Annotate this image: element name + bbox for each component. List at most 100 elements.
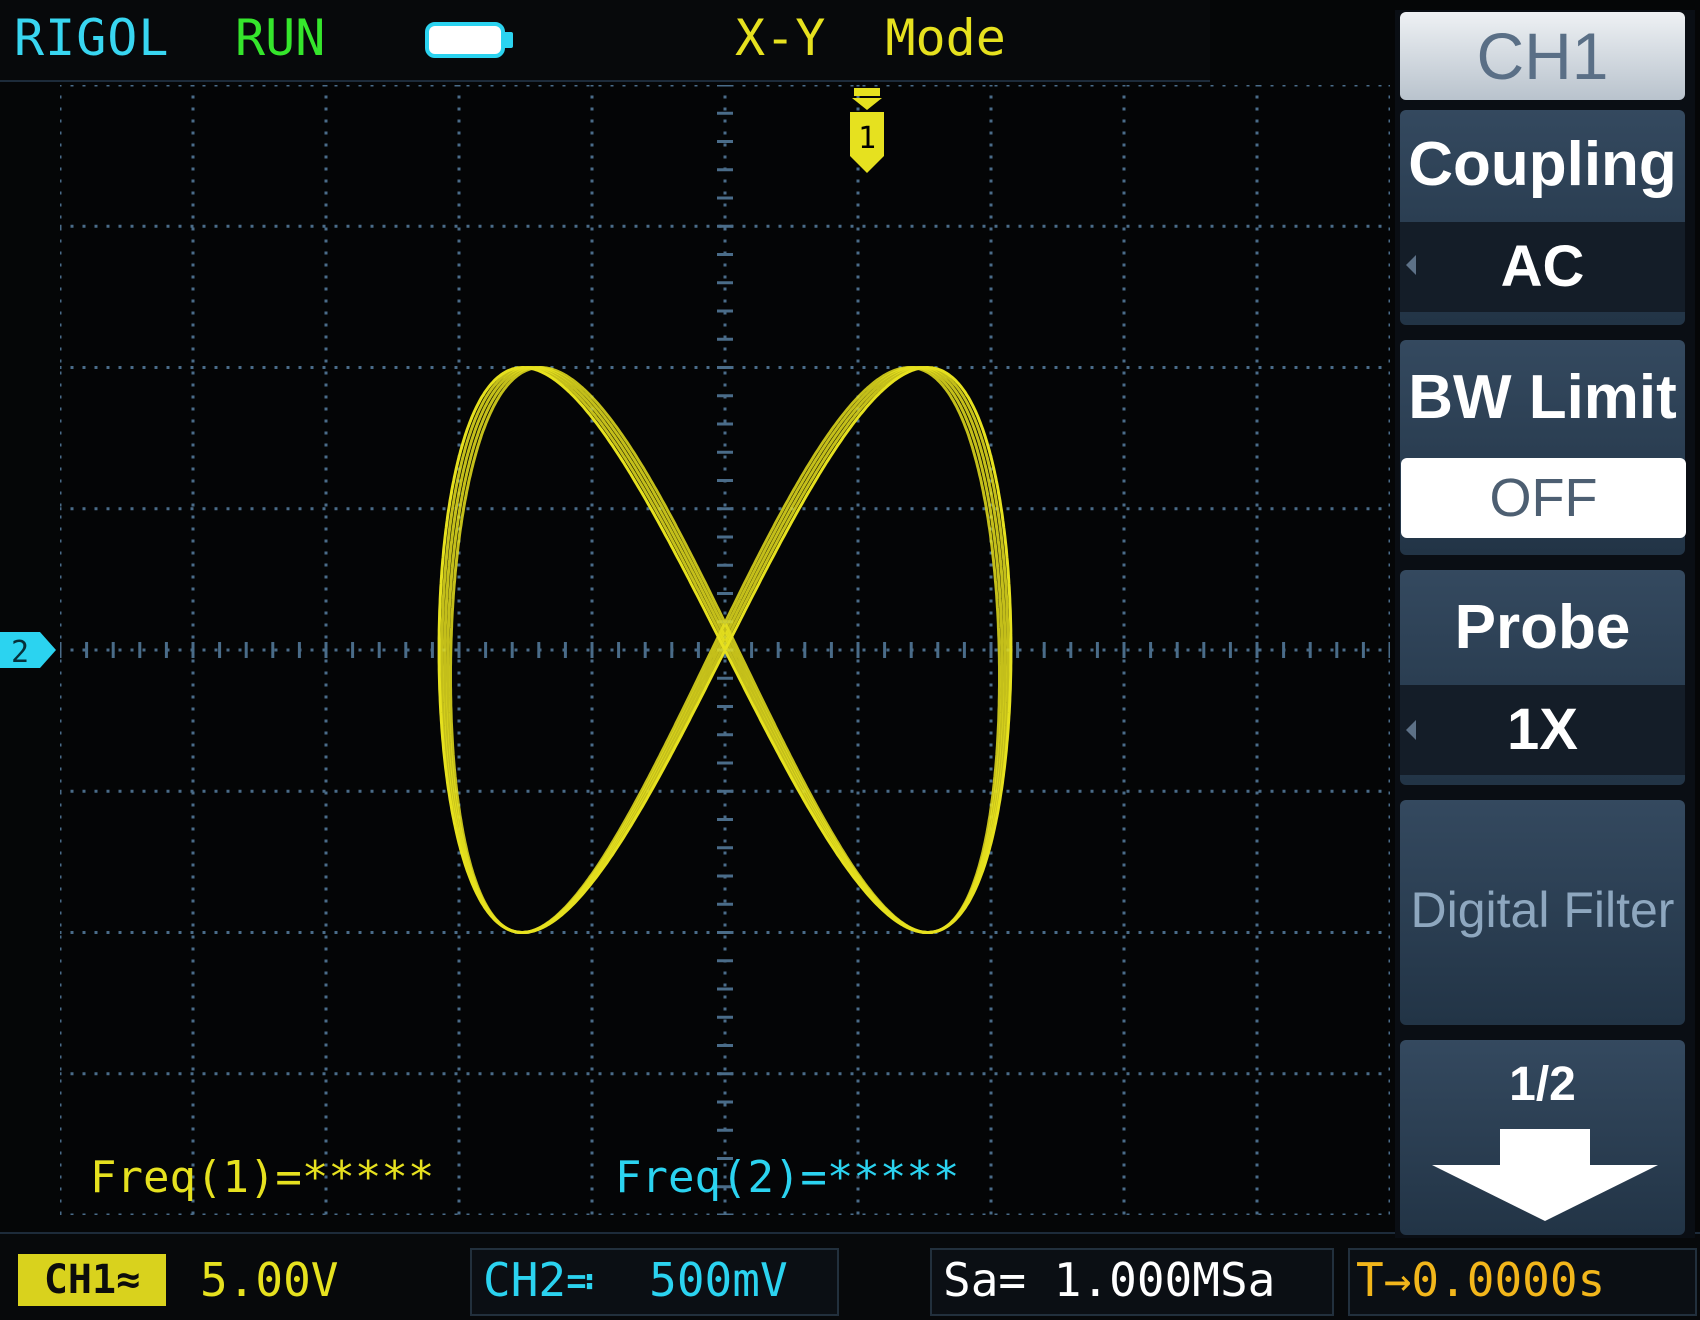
grid-dot [1122, 863, 1126, 867]
grid-dot [418, 85, 422, 87]
grid-dot [94, 224, 98, 228]
grid-dot [590, 1211, 594, 1215]
grid-dot [1138, 366, 1142, 369]
grid-dot [1388, 263, 1390, 267]
grid-dot [1388, 1175, 1390, 1179]
grid-dot [274, 224, 278, 228]
grid-dot [430, 1213, 434, 1215]
grid-dot [457, 215, 461, 219]
grid-dot [1114, 789, 1118, 793]
grid-dot [723, 947, 727, 951]
grid-dot [1330, 224, 1334, 228]
grid-dot [910, 789, 914, 793]
grid-dot [60, 1031, 62, 1035]
grid-dot [60, 491, 62, 495]
grid-dot [1138, 1072, 1142, 1076]
grid-dot [1122, 935, 1126, 939]
grid-dot [454, 366, 458, 369]
center-axis-tick [909, 642, 913, 658]
grid-dot [850, 789, 854, 793]
grid-dot [60, 383, 62, 387]
grid-dot [856, 1127, 860, 1131]
grid-dot [723, 755, 727, 759]
grid-dot [670, 1072, 674, 1076]
grid-dot [1255, 287, 1259, 291]
grid-dot [60, 455, 62, 459]
grid-dot [590, 1103, 594, 1107]
grid-dot [1388, 251, 1390, 255]
grid-dot [1122, 1031, 1126, 1035]
grid-dot [1306, 366, 1310, 369]
grid-dot [778, 366, 782, 369]
grid-dot [550, 85, 554, 87]
grid-dot [586, 1072, 590, 1076]
grid-dot [457, 1187, 461, 1191]
center-axis-tick [164, 642, 168, 658]
grid-dot [191, 1031, 195, 1035]
grid-dot [82, 789, 86, 793]
grid-dot [590, 743, 594, 747]
coupling-button[interactable]: Coupling AC [1400, 110, 1685, 325]
grid-dot [590, 503, 594, 507]
grid-dot [723, 407, 727, 411]
grid-dot [989, 587, 993, 591]
grid-dot [898, 648, 902, 652]
grid-dot [457, 575, 461, 579]
grid-dot [324, 1139, 328, 1143]
grid-dot [1318, 1072, 1322, 1076]
grid-dot [574, 85, 578, 87]
grid-dot [1255, 1115, 1259, 1119]
grid-dot [790, 224, 794, 228]
grid-dot [586, 1213, 590, 1215]
grid-dot [1354, 648, 1358, 652]
grid-dot [502, 1213, 506, 1215]
grid-dot [802, 1213, 806, 1215]
grid-dot [334, 648, 338, 652]
probe-button[interactable]: Probe 1X [1400, 570, 1685, 785]
grid-dot [1294, 507, 1298, 511]
grid-dot [646, 366, 650, 369]
grid-dot [60, 935, 62, 939]
trigger-position-marker: 1 [850, 88, 884, 173]
grid-dot [82, 1072, 86, 1076]
grid-dot [1222, 507, 1226, 511]
grid-dot [118, 931, 122, 934]
grid-dot [457, 743, 461, 747]
grid-dot [250, 224, 254, 228]
grid-dot [682, 789, 686, 793]
grid-dot [1255, 515, 1259, 519]
grid-dot [324, 515, 328, 519]
grid-dot [1122, 515, 1126, 519]
grid-dot [191, 599, 195, 603]
grid-dot [706, 224, 710, 228]
grid-dot [778, 789, 782, 793]
grid-dot [430, 507, 434, 511]
grid-dot [1122, 167, 1126, 171]
grid-dot [166, 85, 170, 87]
grid-dot [590, 635, 594, 639]
grid-dot [191, 755, 195, 759]
grid-dot [742, 931, 746, 934]
grid-dot [922, 224, 926, 228]
grid-dot [723, 767, 727, 771]
grid-dot [856, 863, 860, 867]
grid-dot [723, 839, 727, 843]
ch1-chip[interactable]: CH1≈ [18, 1254, 166, 1306]
digital-filter-button[interactable]: Digital Filter [1400, 800, 1685, 1025]
grid-dot [590, 923, 594, 927]
grid-dot [1255, 155, 1259, 159]
grid-dot [1294, 1213, 1298, 1215]
grid-dot [1255, 767, 1259, 771]
grid-dot [670, 789, 674, 793]
grid-dot [406, 1213, 410, 1215]
grid-dot [1318, 224, 1322, 228]
grid-dot [60, 95, 62, 99]
grid-dot [1388, 1187, 1390, 1191]
grid-dot [742, 789, 746, 793]
grid-dot [1150, 789, 1154, 793]
grid-dot [60, 779, 62, 783]
grid-dot [457, 179, 461, 183]
grid-dot [1006, 224, 1010, 228]
grid-dot [1018, 85, 1022, 87]
grid-dot [60, 1067, 62, 1071]
